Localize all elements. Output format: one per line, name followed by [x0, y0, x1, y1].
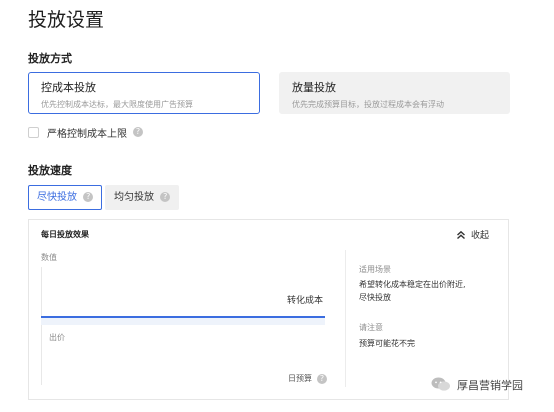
delivery-speed-label: 投放速度 [28, 164, 72, 177]
tab-asap[interactable]: 尽快投放 ? [28, 185, 103, 210]
scenario-text-2: 尽快投放 [359, 293, 391, 302]
x-axis-label-group: 日预算 ? [288, 373, 327, 384]
help-icon[interactable]: ? [317, 373, 327, 384]
strict-cost-row: 严格控制成本上限 ? [28, 125, 143, 140]
collapse-label: 收起 [471, 231, 490, 241]
x-axis-label: 日预算 [288, 374, 312, 383]
scenario-text-1: 希望转化成本稳定在出价附近, [359, 280, 466, 289]
y-axis-line [41, 267, 42, 385]
tab-even-label: 均匀投放 [114, 192, 154, 203]
strict-cost-checkbox[interactable] [28, 126, 39, 138]
tab-asap-label: 尽快投放 [37, 192, 77, 203]
page-title: 投放设置 [28, 9, 105, 31]
option-volume-title: 放量投放 [292, 81, 336, 94]
daily-effect-panel [28, 219, 509, 400]
watermark-text: 厚昌营销学园 [457, 378, 523, 392]
option-cost-control-title: 控成本投放 [41, 81, 96, 94]
bid-label: 出价 [49, 333, 65, 342]
option-cost-control-card[interactable]: 控成本投放 优先控制成本达标，最大限度使用广告预算 [28, 72, 260, 114]
conversion-cost-label: 转化成本 [287, 296, 324, 306]
vertical-divider [345, 250, 346, 387]
help-icon[interactable]: ? [160, 192, 171, 202]
collapse-button[interactable]: 收起 [456, 228, 489, 241]
help-icon[interactable]: ? [133, 127, 143, 137]
daily-effect-title: 每日投放效果 [41, 230, 89, 239]
delivery-method-label: 投放方式 [28, 52, 72, 65]
double-chevron-up-icon [457, 230, 465, 239]
strict-cost-label: 严格控制成本上限 [47, 128, 127, 140]
wechat-icon [431, 377, 450, 391]
option-cost-control-desc: 优先控制成本达标，最大限度使用广告预算 [41, 100, 193, 109]
option-volume-card[interactable]: 放量投放 优先完成预算目标，投放过程成本会有浮动 [279, 72, 510, 114]
y-axis-label: 数值 [41, 253, 57, 262]
tab-even[interactable]: 均匀投放 ? [105, 185, 180, 210]
note-text: 预算可能花不完 [359, 339, 415, 348]
bid-band [41, 318, 325, 325]
option-volume-desc: 优先完成预算目标，投放过程成本会有浮动 [292, 100, 444, 109]
help-icon[interactable]: ? [83, 192, 94, 202]
watermark: 厚昌营销学园 [430, 376, 523, 393]
conversion-cost-line [41, 316, 325, 318]
note-title: 请注意 [359, 323, 383, 332]
scenario-title: 适用场景 [359, 265, 391, 274]
